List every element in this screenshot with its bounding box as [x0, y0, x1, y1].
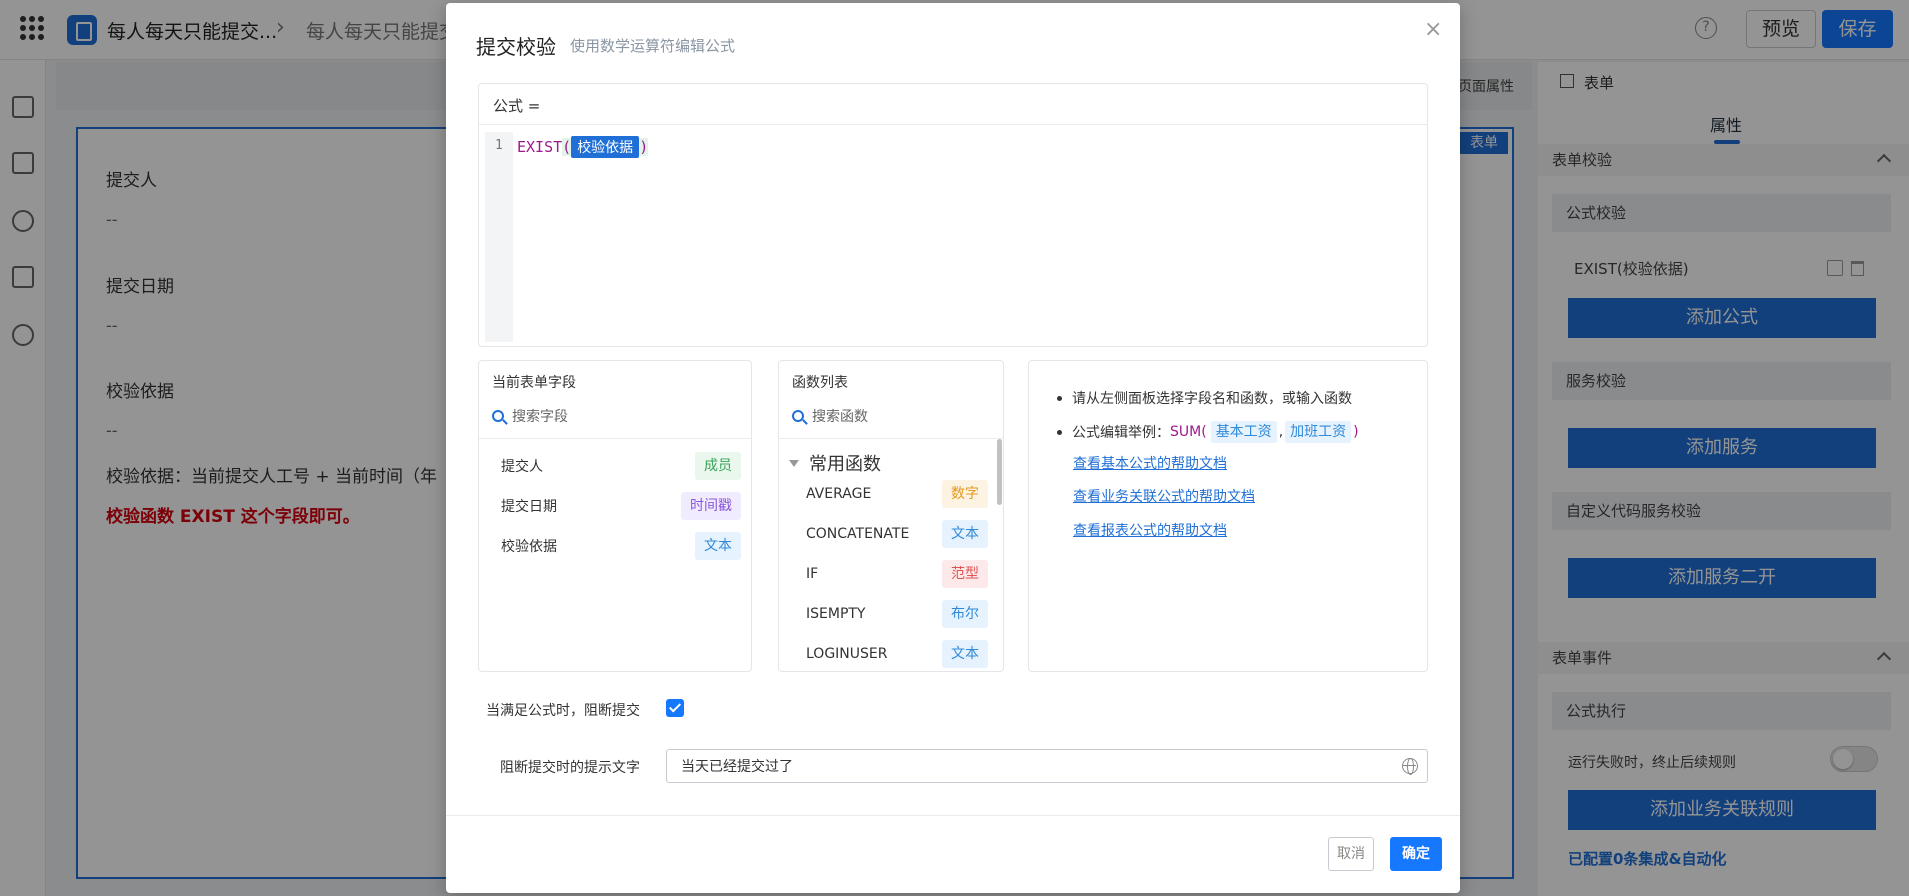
list-item[interactable]: LOGINUSER 文本 [806, 639, 988, 669]
type-badge: 文本 [942, 640, 988, 668]
functions-search[interactable]: 搜索函数 [792, 406, 868, 426]
fields-panel-title: 当前表单字段 [492, 375, 576, 391]
search-icon [792, 410, 804, 422]
function-list-panel: 函数列表 搜索函数 常用函数 AVERAGE 数字 CONCATENATE 文本… [778, 360, 1004, 672]
confirm-button[interactable]: 确定 [1390, 837, 1442, 871]
list-item[interactable]: 提交人 成员 [501, 451, 741, 481]
function-name: CONCATENATE [806, 526, 910, 542]
formula-code[interactable]: EXIST ( 校验依据 ) [517, 136, 649, 158]
help-link-basic[interactable]: 查看基本公式的帮助文档 [1073, 453, 1227, 473]
function-name: LOGINUSER [806, 646, 888, 662]
help-example-function: SUM( [1170, 424, 1207, 440]
help-example-close: ) [1353, 424, 1359, 440]
list-item[interactable]: 校验依据 文本 [501, 531, 741, 561]
help-tip: 请从左侧面板选择字段名和函数，或输入函数 [1057, 381, 1361, 415]
divider [446, 815, 1460, 816]
scrollbar[interactable] [997, 439, 1002, 505]
help-tips: 请从左侧面板选择字段名和函数，或输入函数 公式编辑举例： SUM( 基本工资 ,… [1057, 381, 1361, 449]
help-link-report[interactable]: 查看报表公式的帮助文档 [1073, 520, 1227, 540]
function-name: IF [806, 566, 819, 582]
function-name: AVERAGE [806, 486, 872, 502]
line-number: 1 [495, 138, 503, 153]
help-panel: 请从左侧面板选择字段名和函数，或输入函数 公式编辑举例： SUM( 基本工资 ,… [1028, 360, 1428, 672]
functions-search-placeholder: 搜索函数 [812, 409, 868, 425]
fields-search[interactable]: 搜索字段 [492, 406, 568, 426]
type-badge: 文本 [942, 520, 988, 548]
block-submit-checkbox[interactable] [666, 699, 684, 717]
search-icon [492, 410, 504, 422]
type-badge: 范型 [942, 560, 988, 588]
help-example-field: 加班工资 [1285, 421, 1352, 443]
list-item[interactable]: AVERAGE 数字 [806, 479, 988, 509]
type-badge: 时间戳 [681, 492, 741, 520]
list-item[interactable]: 提交日期 时间戳 [501, 491, 741, 521]
tip-text-label: 阻断提交时的提示文字 [500, 760, 640, 776]
fields-search-placeholder: 搜索字段 [512, 409, 568, 425]
cancel-button[interactable]: 取消 [1328, 837, 1374, 871]
help-tip-text: 公式编辑举例： [1072, 425, 1170, 441]
caret-down-icon [789, 459, 799, 467]
help-example-comma: , [1278, 424, 1284, 440]
code-open-paren: ( [562, 138, 572, 156]
line-gutter [485, 132, 513, 342]
list-item[interactable]: CONCATENATE 文本 [806, 519, 988, 549]
formula-editor[interactable]: 公式 = 1 EXIST ( 校验依据 ) [478, 83, 1428, 347]
code-function: EXIST [517, 138, 563, 156]
help-link-business[interactable]: 查看业务关联公式的帮助文档 [1073, 486, 1255, 506]
function-group[interactable]: 常用函数 [789, 450, 881, 476]
functions-panel-title: 函数列表 [792, 375, 848, 391]
function-group-label: 常用函数 [809, 454, 881, 475]
function-name: ISEMPTY [806, 606, 866, 622]
divider [479, 124, 1427, 125]
help-example-field: 基本工资 [1210, 421, 1277, 443]
type-badge: 布尔 [942, 600, 988, 628]
field-name: 提交日期 [501, 499, 557, 515]
help-tip-text: 请从左侧面板选择字段名和函数，或输入函数 [1072, 391, 1352, 407]
type-badge: 数字 [942, 480, 988, 508]
bullet-icon [1057, 395, 1062, 401]
list-item[interactable]: ISEMPTY 布尔 [806, 599, 988, 629]
code-field-chip[interactable]: 校验依据 [571, 136, 640, 158]
tip-text-input[interactable]: 当天已经提交过了 [666, 749, 1428, 783]
code-close-paren: ) [639, 138, 649, 156]
block-submit-label: 当满足公式时，阻断提交 [486, 703, 640, 719]
formula-label: 公式 = [493, 97, 541, 115]
dialog-title: 提交校验 [476, 35, 556, 59]
bullet-icon [1057, 429, 1062, 435]
form-fields-panel: 当前表单字段 搜索字段 提交人 成员 提交日期 时间戳 校验依据 文本 [478, 360, 752, 672]
divider [479, 438, 751, 439]
list-item[interactable]: IF 范型 [806, 559, 988, 589]
dialog-subtitle: 使用数学运算符编辑公式 [570, 37, 736, 55]
help-tip: 公式编辑举例： SUM( 基本工资 , 加班工资 ) [1057, 415, 1361, 449]
type-badge: 文本 [695, 532, 741, 560]
field-name: 提交人 [501, 459, 543, 475]
divider [779, 438, 1003, 439]
type-badge: 成员 [695, 452, 741, 480]
close-icon[interactable]: × [1424, 17, 1442, 42]
submit-validation-dialog: 提交校验 使用数学运算符编辑公式 × 公式 = 1 EXIST ( 校验依据 )… [446, 3, 1460, 893]
globe-icon[interactable] [1402, 758, 1418, 775]
field-name: 校验依据 [501, 539, 557, 555]
